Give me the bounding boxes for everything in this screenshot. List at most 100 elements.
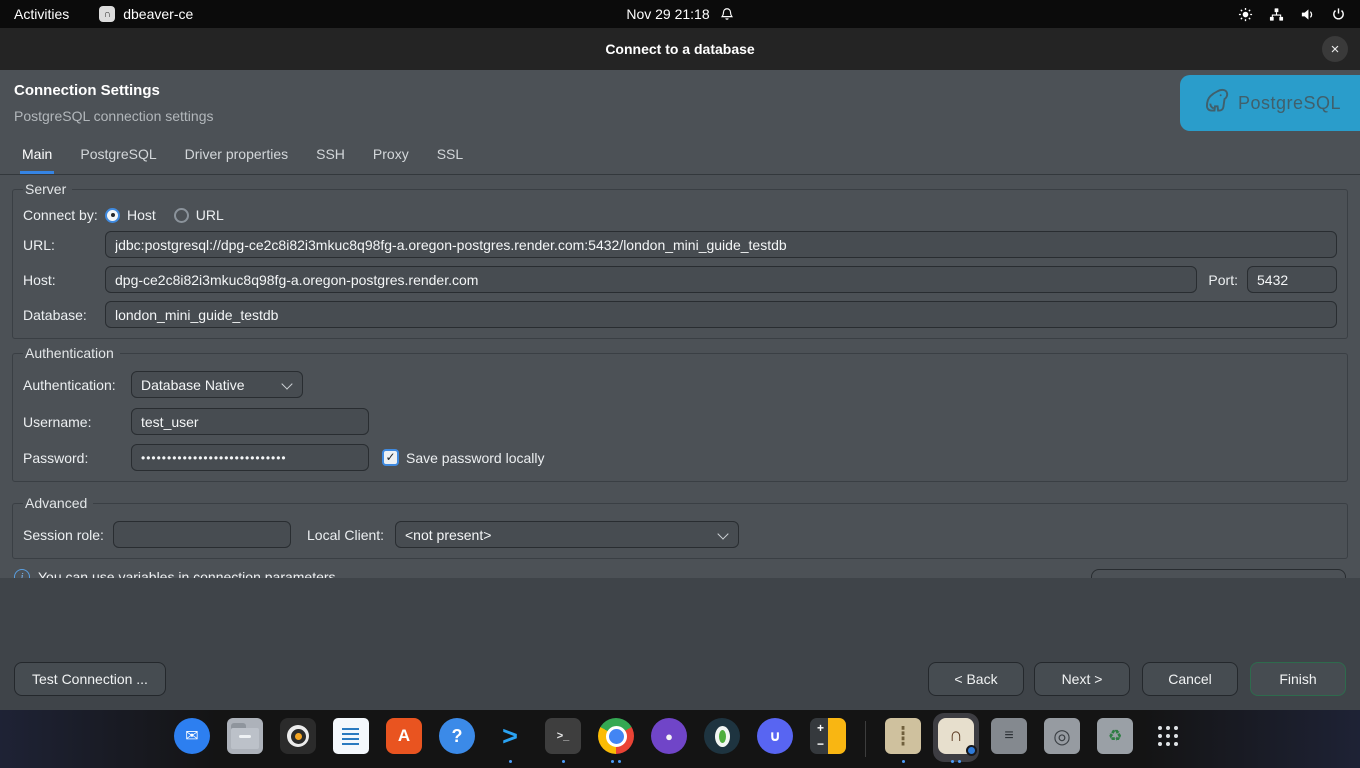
dock-gnome-disks[interactable]: ◎ [1041, 713, 1083, 765]
variables-hint-text: You can use variables in connection para… [38, 569, 336, 578]
database-label: Database: [23, 307, 105, 323]
session-role-input[interactable] [113, 521, 291, 548]
dock-vscode[interactable]: > [489, 713, 531, 765]
dock-separator [865, 721, 866, 757]
bell-icon [720, 7, 734, 21]
page-title: Connection Settings [14, 82, 1346, 99]
tab-main[interactable]: Main [20, 138, 54, 174]
authentication-group: Authentication Authentication: Database … [12, 345, 1348, 482]
discord-icon: ∪ [757, 718, 793, 754]
local-client-select[interactable]: <not present> [395, 521, 739, 548]
power-icon[interactable] [1331, 7, 1346, 22]
local-client-label: Local Client: [307, 527, 395, 543]
dbeaver-icon: ∩ [938, 718, 974, 754]
cancel-button[interactable]: Cancel [1142, 662, 1238, 696]
dock-app-grid[interactable] [1147, 713, 1189, 765]
host-radio[interactable] [105, 208, 120, 223]
host-radio-label[interactable]: Host [127, 207, 156, 223]
archive-manager-icon: ┋ [885, 718, 921, 754]
database-input[interactable] [105, 301, 1337, 328]
tab-driver-properties[interactable]: Driver properties [183, 138, 290, 174]
brightness-icon[interactable] [1238, 7, 1253, 22]
thunderbird-icon: ✉ [174, 718, 210, 754]
dock-help[interactable]: ? [436, 713, 478, 765]
info-icon: i [14, 569, 30, 578]
test-connection-button[interactable]: Test Connection ... [14, 662, 166, 696]
github-desktop-icon: ● [651, 718, 687, 754]
save-password-checkbox[interactable]: ✓ [382, 449, 399, 466]
network-icon[interactable] [1269, 7, 1284, 22]
local-client-select-value: <not present> [405, 527, 491, 543]
url-radio[interactable] [174, 208, 189, 223]
focused-app-menu[interactable]: ∩ dbeaver-ce [99, 6, 193, 22]
volume-icon[interactable] [1300, 7, 1315, 22]
url-input[interactable] [105, 231, 1337, 258]
system-top-bar: Activities ∩ dbeaver-ce Nov 29 21:18 [0, 0, 1360, 28]
trash-icon: ♻ [1097, 718, 1133, 754]
files-icon [227, 718, 263, 754]
port-label: Port: [1208, 272, 1238, 288]
ubuntu-software-icon: A [386, 718, 422, 754]
app-grid-icon [1150, 718, 1186, 754]
tab-proxy[interactable]: Proxy [371, 138, 411, 174]
close-icon[interactable]: × [1322, 36, 1348, 62]
help-icon: ? [439, 718, 475, 754]
connection-details-button[interactable]: Connection details (name, type, ... ) [1091, 569, 1346, 578]
password-label: Password: [23, 450, 131, 466]
finish-button[interactable]: Finish [1250, 662, 1346, 696]
dock-thunderbird[interactable]: ✉ [171, 713, 213, 765]
url-label: URL: [23, 237, 105, 253]
password-input[interactable] [131, 444, 369, 471]
dock-discord[interactable]: ∪ [754, 713, 796, 765]
tab-ssh[interactable]: SSH [314, 138, 347, 174]
postgresql-logo-text: PostgreSQL [1238, 93, 1341, 114]
dock-appimage-launcher[interactable]: ≡ [988, 713, 1030, 765]
chrome-icon [598, 718, 634, 754]
mongodb-compass-icon [704, 718, 740, 754]
dbeaver-badge [966, 745, 977, 756]
gnome-disks-icon: ◎ [1044, 718, 1080, 754]
tab-bar: Main PostgreSQL Driver properties SSH Pr… [0, 138, 1360, 175]
terminal-icon: >_ [545, 718, 581, 754]
dialog-button-area: Test Connection ... < Back Next > Cancel… [0, 578, 1360, 710]
tab-ssl[interactable]: SSL [435, 138, 465, 174]
dock-github-desktop[interactable]: ● [648, 713, 690, 765]
dock-dbeaver[interactable]: ∩ [935, 713, 977, 765]
activities-button[interactable]: Activities [14, 6, 69, 22]
advanced-group: Advanced Session role: Local Client: <no… [12, 495, 1348, 559]
host-input[interactable] [105, 266, 1197, 293]
dock-terminal[interactable]: >_ [542, 713, 584, 765]
server-group-label: Server [23, 181, 72, 197]
dock-files[interactable] [224, 713, 266, 765]
dock-chrome[interactable] [595, 713, 637, 765]
dialog-title-bar: Connect to a database × [0, 28, 1360, 70]
connection-settings-page: Connection Settings PostgreSQL connectio… [0, 70, 1360, 578]
tab-postgresql[interactable]: PostgreSQL [78, 138, 158, 174]
dock-libreoffice-writer[interactable] [330, 713, 372, 765]
dock-ubuntu-software[interactable]: A [383, 713, 425, 765]
authentication-label: Authentication: [23, 377, 131, 393]
port-input[interactable] [1247, 266, 1337, 293]
dock-mongodb-compass[interactable] [701, 713, 743, 765]
host-label: Host: [23, 272, 105, 288]
page-subtitle: PostgreSQL connection settings [14, 108, 1346, 124]
back-button[interactable]: < Back [928, 662, 1024, 696]
clock[interactable]: Nov 29 21:18 [626, 6, 709, 22]
url-radio-label[interactable]: URL [196, 207, 224, 223]
dock-rhythmbox[interactable] [277, 713, 319, 765]
username-input[interactable] [131, 408, 369, 435]
session-role-label: Session role: [23, 527, 113, 543]
calculator-icon [810, 718, 846, 754]
authentication-select-value: Database Native [141, 377, 245, 393]
authentication-group-label: Authentication [23, 345, 120, 361]
postgresql-logo: PostgreSQL [1180, 75, 1360, 131]
dialog-title: Connect to a database [605, 41, 754, 57]
authentication-select[interactable]: Database Native [131, 371, 303, 398]
next-button[interactable]: Next > [1034, 662, 1130, 696]
libreoffice-writer-icon [333, 718, 369, 754]
connect-by-label: Connect by: [23, 207, 105, 223]
save-password-label[interactable]: Save password locally [406, 450, 545, 466]
dock-archive-manager[interactable]: ┋ [882, 713, 924, 765]
dock-calculator[interactable] [807, 713, 849, 765]
dock-trash[interactable]: ♻ [1094, 713, 1136, 765]
